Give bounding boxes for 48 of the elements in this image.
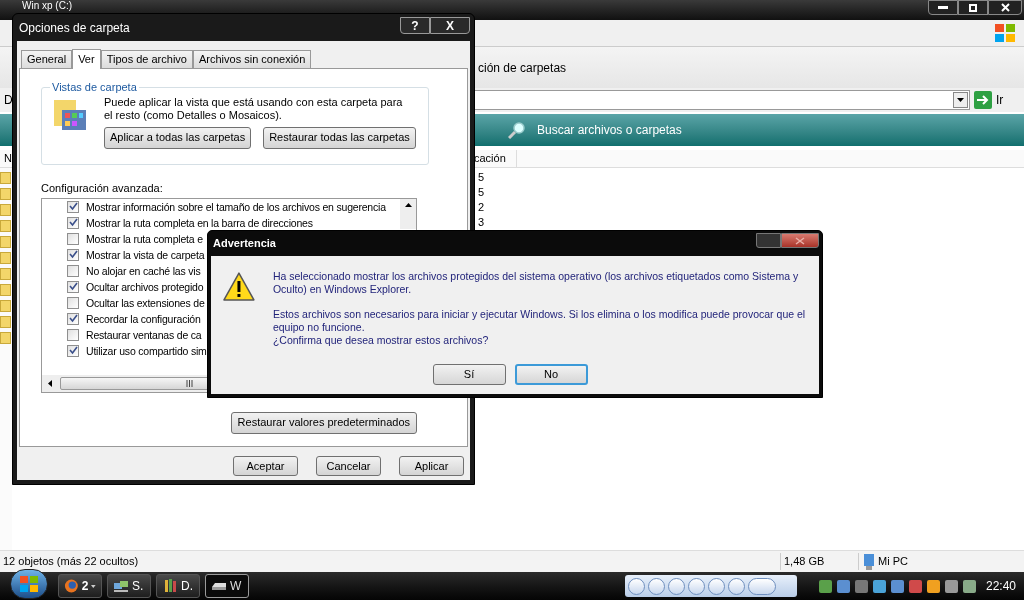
setting-label: Utilizar uso compartido sim <box>86 344 207 357</box>
clock: 22:40 <box>986 578 1017 595</box>
setting-label: Ocultar archivos protegido <box>86 280 204 293</box>
restore-defaults-button[interactable]: Restaurar valores predeterminados <box>230 411 417 434</box>
description-text: Puede aplicar la vista que está usando con esta carpeta para el resto (como Detalles o Mosaicos). <box>104 95 404 122</box>
help-button[interactable]: ? <box>400 17 430 34</box>
table-cell: 5 <box>478 170 485 185</box>
status-text: 1,48 GB <box>780 553 858 570</box>
search-link[interactable]: Buscar archivos o carpetas <box>537 121 682 139</box>
tab[interactable]: Ver <box>72 49 101 69</box>
setting-label: Recordar la configuración <box>86 312 201 325</box>
setting-label: Ocultar las extensiones de <box>86 296 205 309</box>
address-label: D <box>4 92 13 109</box>
setting-label: Mostrar información sobre el tamaño de los archivos en sugerencia <box>86 200 386 213</box>
dialog-button[interactable]: Sí <box>432 364 506 385</box>
table-cell: 3 <box>478 215 485 230</box>
taskbar-button[interactable]: W <box>205 574 249 598</box>
table-cell: 2 <box>478 200 485 215</box>
tab[interactable]: Tipos de archivo <box>100 50 193 68</box>
setting-label: No alojar en caché las vis <box>86 264 201 277</box>
go-button[interactable]: Ir <box>974 89 1022 111</box>
setting-label: Restaurar ventanas de ca <box>86 328 202 341</box>
table-cell: 5 <box>478 185 485 200</box>
group-label: Vistas de carpeta <box>51 80 138 95</box>
tab[interactable]: Archivos sin conexión <box>192 50 312 68</box>
taskbar-button[interactable]: 2 <box>58 574 102 598</box>
dialog-title: Advertencia <box>212 236 276 252</box>
dialog-button[interactable]: No <box>514 364 588 385</box>
dialog-title: Opciones de carpeta <box>18 19 130 37</box>
dialog-button[interactable]: Aplicar <box>399 456 464 476</box>
status-text: Mi PC <box>878 554 908 570</box>
close-button[interactable]: X <box>430 17 470 34</box>
apply-button[interactable]: Restaurar todas las carpetas <box>263 126 416 149</box>
window-title: Win xp (C:) <box>22 0 72 11</box>
taskbar-button[interactable]: S. <box>107 574 151 598</box>
setting-label: Mostrar la ruta completa e <box>86 232 203 245</box>
apply-button[interactable]: Aplicar a todas las carpetas <box>104 126 252 149</box>
status-text: 12 objetos (más 22 ocultos) <box>2 554 140 570</box>
message-text: Ha seleccionado mostrar los archivos protegidos del sistema operativo (los archivos etiquetados como Sistema y Oculto) en Windows Explorer. <box>272 270 800 296</box>
setting-label: Mostrar la vista de carpeta <box>86 248 205 261</box>
setting-label: Mostrar la ruta completa en la barra de direcciones <box>86 216 313 229</box>
section-label: Configuración avanzada: <box>41 181 164 196</box>
tab[interactable]: General <box>21 50 73 68</box>
toolbar-button[interactable]: ción de carpetas <box>478 58 567 77</box>
taskbar-button[interactable]: D. <box>156 574 200 598</box>
dialog-button[interactable]: Cancelar <box>316 456 381 476</box>
dialog-button[interactable]: Aceptar <box>233 456 298 476</box>
message-text: Estos archivos son necesarios para iniciar y ejecutar Windows. Si los elimina o los modifica puede provocar que el equipo no funcione. ¿Confirma que desea mostrar estos archivos? <box>272 308 807 347</box>
